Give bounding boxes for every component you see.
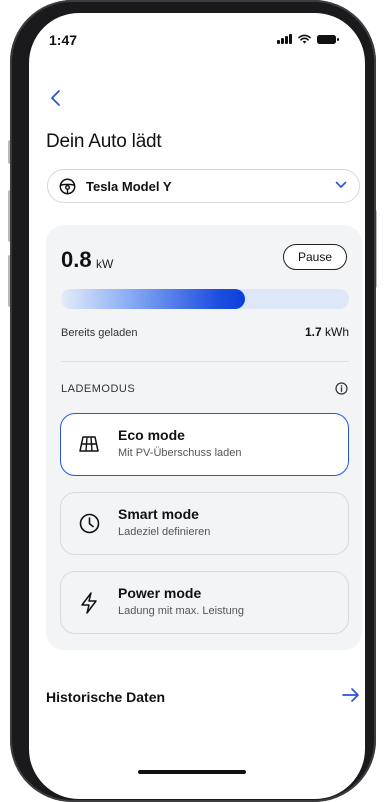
power-unit: kW [96, 257, 114, 271]
divider [61, 361, 349, 362]
eco-mode-option[interactable]: Eco mode Mit PV-Überschuss laden [60, 413, 349, 476]
history-link[interactable]: Historische Daten [46, 689, 165, 705]
battery-icon [316, 34, 339, 44]
signal-icon [277, 34, 292, 44]
mode-title: Smart mode [118, 506, 199, 522]
vehicle-name: Tesla Model Y [86, 179, 172, 194]
power-mode-option[interactable]: Power mode Ladung mit max. Leistung [60, 571, 349, 634]
smart-mode-option[interactable]: Smart mode Ladeziel definieren [60, 492, 349, 555]
home-indicator[interactable] [138, 770, 246, 774]
status-time: 1:47 [49, 32, 78, 48]
page-title: Dein Auto lädt [46, 131, 162, 152]
chevron-down-icon [335, 181, 347, 188]
info-icon[interactable] [335, 382, 348, 395]
arrow-right-icon[interactable] [342, 687, 360, 703]
mode-subtitle: Ladeziel definieren [118, 526, 211, 538]
steering-wheel-icon [59, 178, 76, 195]
mode-title: Eco mode [118, 427, 185, 443]
pause-button[interactable]: Pause [283, 244, 347, 270]
loaded-value: 1.7 [304, 325, 322, 339]
loaded-unit: kWh [325, 325, 349, 339]
section-label-lademodus: LADEMODUS [61, 383, 136, 395]
power-value: 0.8 [61, 247, 92, 272]
charging-progress-fill [61, 289, 246, 309]
loaded-label: Bereits geladen [61, 327, 138, 339]
mode-title: Power mode [118, 585, 202, 601]
charging-progress-bar [61, 289, 349, 309]
back-arrow-icon[interactable] [47, 88, 65, 108]
loaded-amount: 1.7 kWh [305, 325, 349, 339]
mode-subtitle: Mit PV-Überschuss laden [118, 447, 242, 459]
status-icons [277, 34, 339, 44]
wifi-icon [297, 34, 311, 44]
mode-subtitle: Ladung mit max. Leistung [118, 605, 244, 617]
clock-icon [79, 513, 100, 534]
vehicle-selector[interactable]: Tesla Model Y [47, 169, 360, 203]
solar-panel-icon [79, 436, 99, 452]
lightning-icon [81, 592, 97, 614]
